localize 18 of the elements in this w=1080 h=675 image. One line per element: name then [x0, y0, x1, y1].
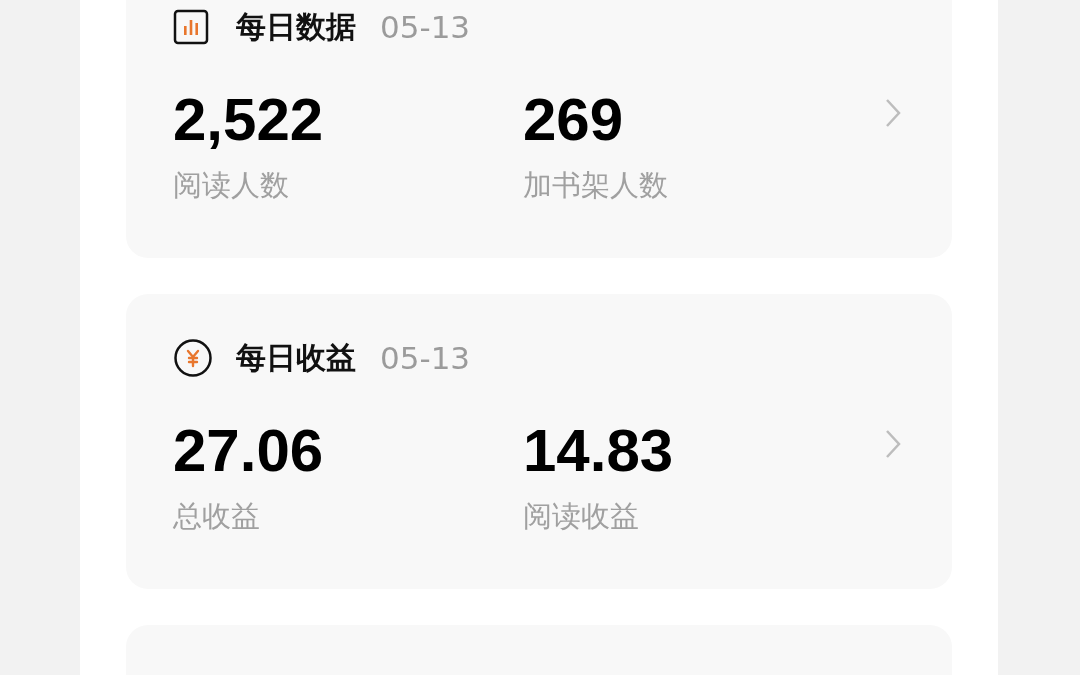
stat-value: 2,522	[173, 89, 324, 151]
stats-card[interactable]: 每日收益 05-13 27.06 总收益 14.83 阅读收益	[126, 294, 952, 589]
card-title: 每日数据	[236, 12, 356, 42]
stat-value: 269	[523, 89, 624, 151]
card-title: 每日收益	[236, 343, 356, 373]
stat-label: 总收益	[173, 502, 260, 531]
card-date: 05-13	[380, 11, 471, 43]
stat-label: 阅读人数	[173, 171, 289, 200]
bar-chart-icon	[173, 9, 209, 45]
chevron-right-icon[interactable]	[884, 97, 902, 129]
card-date: 05-13	[380, 342, 471, 374]
yen-coin-icon	[173, 338, 213, 378]
stat-value: 14.83	[523, 420, 674, 482]
stats-card[interactable]: 每日数据 05-13 2,522 阅读人数 269 加书架人数	[126, 0, 952, 258]
stat-label: 阅读收益	[523, 502, 639, 531]
stat-value: 27.06	[173, 420, 324, 482]
chevron-right-icon[interactable]	[884, 428, 902, 460]
stat-label: 加书架人数	[523, 171, 668, 200]
